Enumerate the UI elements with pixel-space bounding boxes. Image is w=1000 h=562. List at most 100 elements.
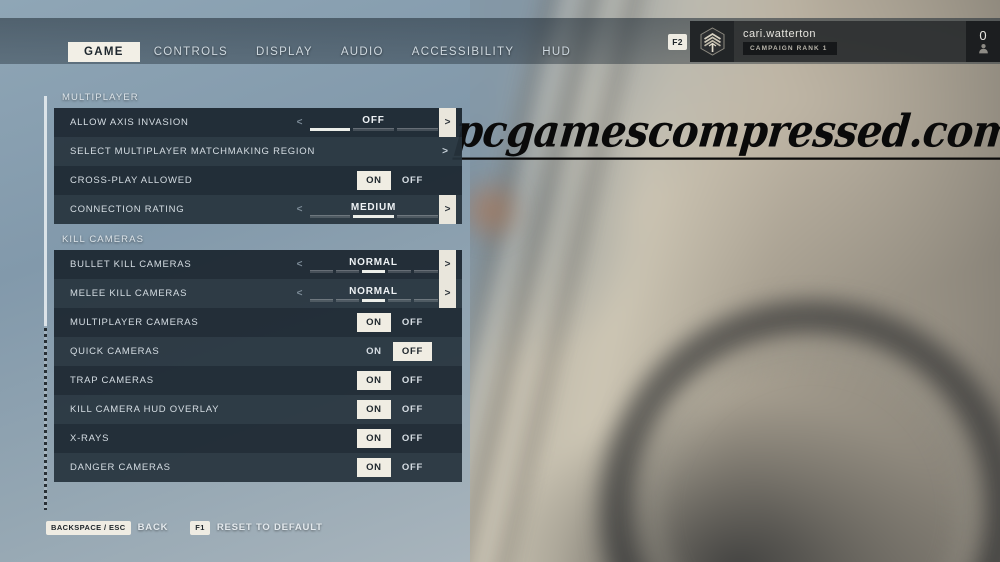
site-watermark: pcgamescompressed.com: [452, 105, 1000, 160]
slider-segment: [335, 298, 359, 302]
setting-row-bullet-kill-cameras[interactable]: BULLET KILL CAMERAS < NORMAL >: [54, 250, 462, 279]
toggle-option-off[interactable]: OFF: [393, 313, 432, 332]
toggle-option-off[interactable]: OFF: [393, 458, 432, 477]
chevron-left-icon[interactable]: <: [291, 108, 308, 137]
footer-hint[interactable]: F1 RESET TO DEFAULT: [190, 521, 322, 535]
chevron-right-icon[interactable]: >: [439, 195, 456, 224]
slider-segment: [353, 127, 394, 131]
setting-label: KILL CAMERA HUD OVERLAY: [70, 404, 220, 415]
slider-track[interactable]: [309, 269, 438, 273]
toggle-option-on[interactable]: ON: [356, 458, 391, 477]
tab-audio[interactable]: AUDIO: [327, 42, 398, 62]
chevron-left-icon[interactable]: <: [291, 195, 308, 224]
slider-track[interactable]: [309, 127, 438, 131]
toggle-group[interactable]: ON OFF: [356, 400, 432, 419]
slider-track[interactable]: [309, 298, 438, 302]
tab-display[interactable]: DISPLAY: [242, 42, 327, 62]
toggle-group[interactable]: ON OFF: [356, 371, 432, 390]
key-badge: F1: [190, 521, 210, 535]
slider-value: OFF: [362, 114, 385, 126]
settings-tab-bar: GAME CONTROLS DISPLAY AUDIO ACCESSIBILITY HUD: [68, 42, 585, 62]
toggle-option-on[interactable]: ON: [356, 171, 391, 190]
player-meta: cari.watterton CAMPAIGN RANK 1: [734, 21, 966, 62]
setting-label: SELECT MULTIPLAYER MATCHMAKING REGION: [70, 146, 316, 157]
section-header-kill-cameras: KILL CAMERAS: [62, 234, 145, 245]
toggle-option-off[interactable]: OFF: [393, 371, 432, 390]
setting-row-x-rays[interactable]: X-RAYS ON OFF: [54, 424, 462, 453]
toggle-option-on[interactable]: ON: [356, 400, 391, 419]
slider-value-area: NORMAL: [308, 250, 439, 279]
slider-segment: [396, 127, 438, 131]
chevron-right-icon[interactable]: >: [439, 279, 456, 308]
tab-controls[interactable]: CONTROLS: [140, 42, 242, 62]
setting-label: MULTIPLAYER CAMERAS: [70, 317, 199, 328]
setting-row-connection-rating[interactable]: CONNECTION RATING < MEDIUM >: [54, 195, 462, 224]
setting-label: DANGER CAMERAS: [70, 462, 171, 473]
slider-value-area: MEDIUM: [308, 195, 439, 224]
setting-row-multiplayer-cameras[interactable]: MULTIPLAYER CAMERAS ON OFF: [54, 308, 462, 337]
setting-label: TRAP CAMERAS: [70, 375, 154, 386]
slider-segment: [388, 269, 412, 273]
slider-segment: [361, 298, 386, 302]
toggle-option-on[interactable]: ON: [356, 313, 391, 332]
setting-label: ALLOW AXIS INVASION: [70, 117, 189, 128]
footer-hint-bar: BACKSPACE / ESC BACK F1 RESET TO DEFAULT: [46, 521, 323, 535]
campaign-rank-badge: CAMPAIGN RANK 1: [743, 42, 838, 55]
setting-label: BULLET KILL CAMERAS: [70, 259, 192, 270]
slider-control[interactable]: < MEDIUM >: [291, 195, 456, 224]
tab-accessibility[interactable]: ACCESSIBILITY: [398, 42, 529, 62]
toggle-group[interactable]: ON OFF: [356, 458, 432, 477]
slider-value-area: NORMAL: [308, 279, 439, 308]
slider-control[interactable]: < NORMAL >: [291, 279, 456, 308]
toggle-group[interactable]: ON OFF: [357, 342, 432, 361]
slider-value-area: OFF: [308, 108, 439, 137]
toggle-option-off[interactable]: OFF: [393, 429, 432, 448]
footer-hint[interactable]: BACKSPACE / ESC BACK: [46, 521, 168, 535]
toggle-group[interactable]: ON OFF: [356, 429, 432, 448]
section-header-multiplayer: MULTIPLAYER: [62, 92, 139, 103]
slider-segment: [388, 298, 412, 302]
setting-row-kill-camera-hud-overlay[interactable]: KILL CAMERA HUD OVERLAY ON OFF: [54, 395, 462, 424]
toggle-option-on[interactable]: ON: [356, 371, 391, 390]
settings-row-group: BULLET KILL CAMERAS < NORMAL > MELEE KILL CA…: [54, 250, 462, 482]
setting-row-trap-cameras[interactable]: TRAP CAMERAS ON OFF: [54, 366, 462, 395]
toggle-option-off[interactable]: OFF: [393, 400, 432, 419]
player-card[interactable]: cari.watterton CAMPAIGN RANK 1 0: [690, 21, 1000, 62]
chevron-left-icon[interactable]: <: [291, 279, 308, 308]
slider-value: NORMAL: [349, 285, 398, 297]
setting-row-allow-axis-invasion[interactable]: ALLOW AXIS INVASION < OFF >: [54, 108, 462, 137]
toggle-group[interactable]: ON OFF: [356, 171, 432, 190]
setting-row-select-multiplayer-matchmaking-region[interactable]: SELECT MULTIPLAYER MATCHMAKING REGION >: [54, 137, 462, 166]
setting-row-danger-cameras[interactable]: DANGER CAMERAS ON OFF: [54, 453, 462, 482]
slider-control[interactable]: < NORMAL >: [291, 250, 456, 279]
toggle-option-on[interactable]: ON: [357, 342, 391, 361]
tab-game[interactable]: GAME: [68, 42, 140, 62]
setting-label: X-RAYS: [70, 433, 110, 444]
chevron-left-icon[interactable]: <: [291, 250, 308, 279]
slider-track[interactable]: [309, 214, 438, 218]
slider-segment: [353, 214, 394, 218]
tab-hud[interactable]: HUD: [528, 42, 585, 62]
toggle-option-off[interactable]: OFF: [392, 342, 432, 361]
setting-label: QUICK CAMERAS: [70, 346, 160, 357]
slider-control[interactable]: < OFF >: [291, 108, 456, 137]
chevron-right-icon[interactable]: >: [442, 146, 448, 157]
chevron-right-icon[interactable]: >: [439, 250, 456, 279]
toggle-option-off[interactable]: OFF: [393, 171, 432, 190]
f2-key-hint[interactable]: F2: [668, 34, 687, 50]
setting-row-melee-kill-cameras[interactable]: MELEE KILL CAMERAS < NORMAL >: [54, 279, 462, 308]
toggle-option-on[interactable]: ON: [356, 429, 391, 448]
slider-segment: [309, 298, 333, 302]
chevron-rank-badge-icon: [700, 27, 724, 56]
settings-panel: MULTIPLAYER ALLOW AXIS INVASION < OFF > SELEC…: [44, 92, 462, 482]
setting-row-quick-cameras[interactable]: QUICK CAMERAS ON OFF: [54, 337, 462, 366]
setting-label: CONNECTION RATING: [70, 204, 185, 215]
setting-label: MELEE KILL CAMERAS: [70, 288, 188, 299]
key-badge: BACKSPACE / ESC: [46, 521, 131, 535]
slider-segment: [414, 269, 438, 273]
toggle-group[interactable]: ON OFF: [356, 313, 432, 332]
slider-segment: [309, 214, 351, 218]
setting-row-cross-play-allowed[interactable]: CROSS-PLAY ALLOWED ON OFF: [54, 166, 462, 195]
hint-label: RESET TO DEFAULT: [216, 522, 323, 534]
chevron-right-icon[interactable]: >: [439, 108, 456, 137]
